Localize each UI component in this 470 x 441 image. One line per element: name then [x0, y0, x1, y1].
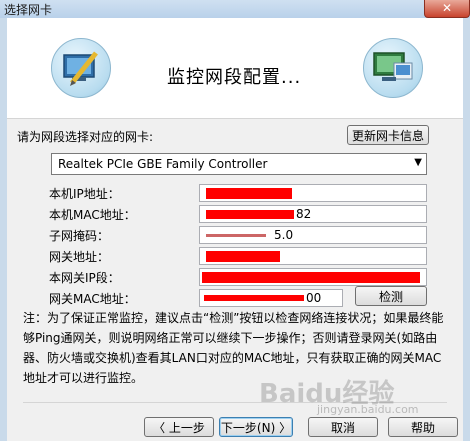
- wizard-header: 监控网段配置...: [7, 18, 463, 119]
- gateway-label: 网关地址：: [49, 250, 110, 264]
- redaction-mark: [206, 251, 280, 262]
- dialog-window: 选择网卡 ✕ 监控网段配置... 请为网段选择对应的网卡: 更新网卡信息 Rea…: [0, 0, 470, 441]
- gateway-mac-value: 00: [306, 291, 322, 305]
- gateway-segment-field: [199, 268, 427, 286]
- update-nic-info-button[interactable]: 更新网卡信息: [347, 125, 429, 145]
- cancel-button[interactable]: 取消: [308, 417, 378, 437]
- local-mac-field: 82: [199, 205, 427, 223]
- redaction-mark: [206, 188, 292, 199]
- nic-select[interactable]: Realtek PCIe GBE Family Controller ▼: [51, 153, 427, 175]
- local-ip-field: [199, 184, 427, 202]
- gateway-mac-field: 00: [199, 289, 343, 307]
- gateway-field: [199, 247, 427, 265]
- nic-prompt-label: 请为网段选择对应的网卡:: [17, 130, 154, 144]
- redaction-mark: [206, 210, 294, 219]
- local-mac-label: 本机MAC地址：: [49, 208, 136, 222]
- window-frame-right: [463, 18, 470, 441]
- network-monitor-icon: [363, 38, 423, 98]
- subnet-mask-field: 5.0: [199, 226, 427, 244]
- dialog-content: 监控网段配置... 请为网段选择对应的网卡: 更新网卡信息 Realtek PC…: [7, 18, 463, 441]
- wizard-heading: 监控网段配置...: [167, 67, 302, 88]
- next-step-button[interactable]: 下一步(N) 〉: [219, 417, 293, 437]
- monitor-pencil-icon: [51, 38, 111, 98]
- window-frame-left: [0, 18, 7, 441]
- close-button[interactable]: ✕: [424, 0, 470, 18]
- chevron-down-icon[interactable]: ▼: [414, 157, 422, 168]
- gateway-segment-label: 本网关IP段：: [49, 271, 120, 285]
- local-mac-value: 82: [296, 207, 312, 221]
- subnet-mask-value: 5.0: [274, 228, 294, 242]
- local-ip-label: 本机IP地址：: [49, 187, 120, 201]
- help-button[interactable]: 帮助: [388, 417, 458, 437]
- window-title: 选择网卡: [4, 3, 53, 17]
- detect-button[interactable]: 检测: [355, 286, 427, 306]
- subnet-mask-label: 子网掩码：: [49, 229, 110, 243]
- redaction-mark: [204, 295, 304, 301]
- nic-select-value: Realtek PCIe GBE Family Controller: [58, 157, 268, 171]
- title-bar: 选择网卡 ✕: [0, 0, 470, 19]
- gateway-mac-label: 网关MAC地址：: [49, 292, 136, 306]
- redaction-mark: [202, 272, 420, 283]
- redaction-mark: [206, 234, 266, 237]
- watermark-url: jingyan.baidu.com: [317, 403, 419, 416]
- prev-step-button[interactable]: 〈 上一步(B): [144, 417, 214, 437]
